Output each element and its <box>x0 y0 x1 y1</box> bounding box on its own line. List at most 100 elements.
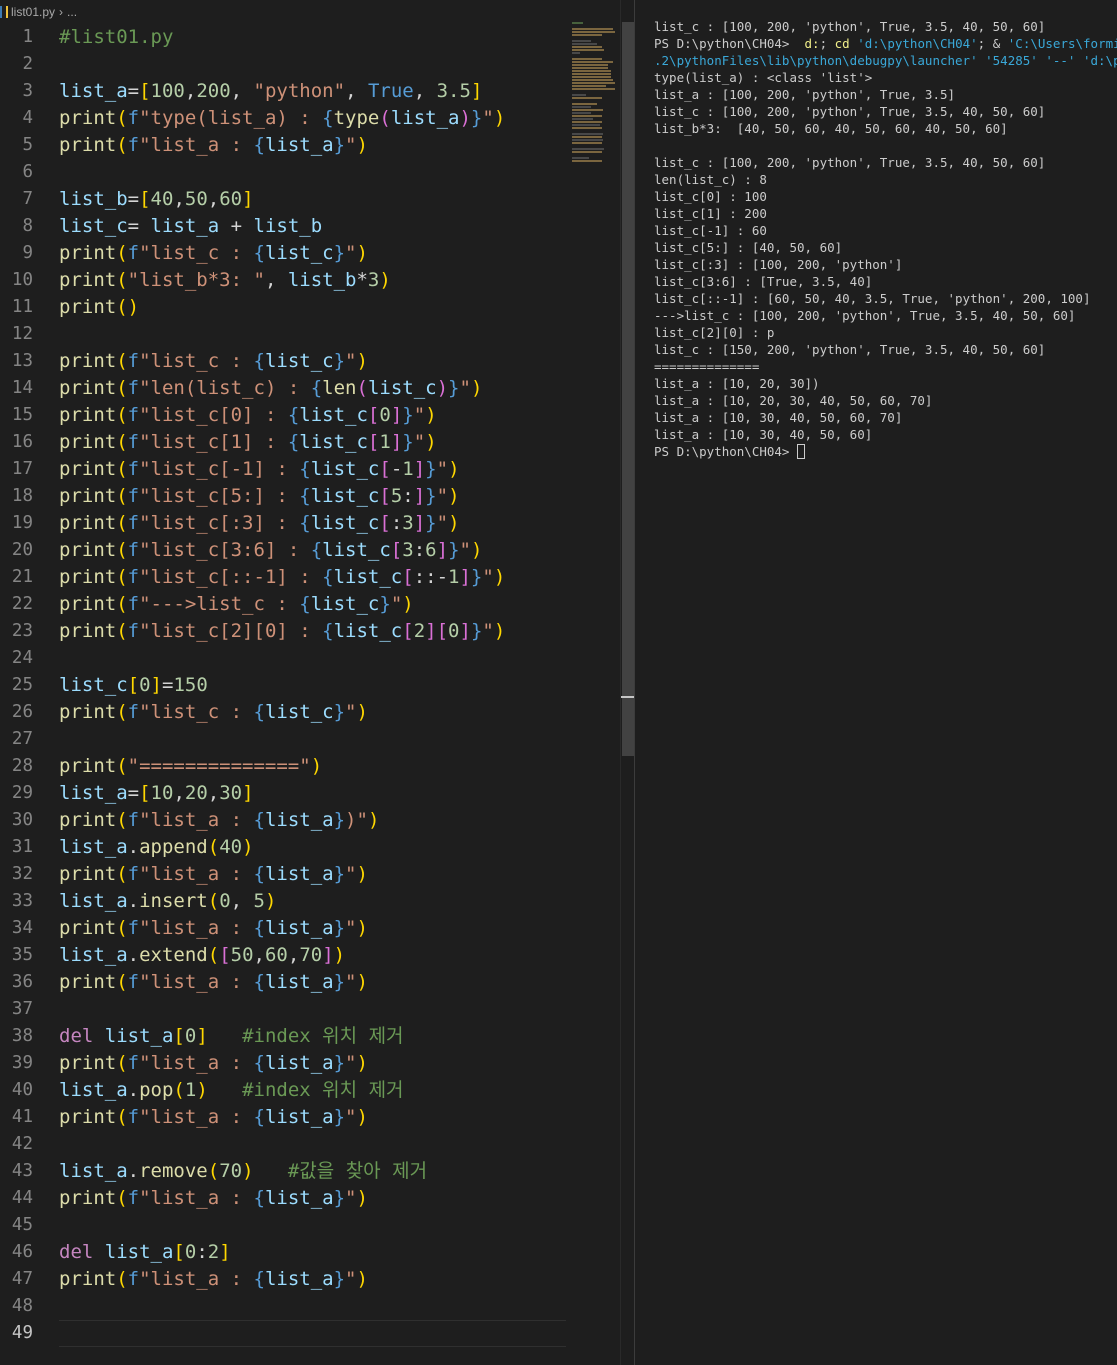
line-source[interactable]: print(f"list_a : {list_a}") <box>59 969 368 996</box>
line-source[interactable]: print(f"list_a : {list_a}") <box>59 132 368 159</box>
code-line[interactable]: 8 list_c= list_a + list_b <box>0 213 570 240</box>
code-line[interactable]: 20 print(f"list_c[3:6] : {list_c[3:6]}") <box>0 537 570 564</box>
line-source[interactable]: list_c= list_a + list_b <box>59 213 322 240</box>
line-source[interactable]: print(f"list_c[:3] : {list_c[:3]}") <box>59 510 460 537</box>
code-line[interactable]: 36 print(f"list_a : {list_a}") <box>0 969 570 996</box>
code-line[interactable]: 44 print(f"list_a : {list_a}") <box>0 1185 570 1212</box>
line-source[interactable]: print(f"list_a : {list_a}") <box>59 861 368 888</box>
line-source[interactable]: #list01.py <box>59 24 173 51</box>
code-line[interactable]: 6 <box>0 159 570 186</box>
code-line[interactable]: 39 print(f"list_a : {list_a}") <box>0 1050 570 1077</box>
code-line[interactable]: 3 list_a=[100,200, "python", True, 3.5] <box>0 78 570 105</box>
code-line[interactable]: 5 print(f"list_a : {list_a}") <box>0 132 570 159</box>
line-source[interactable]: print(f"list_a : {list_a}") <box>59 1266 368 1293</box>
line-source[interactable]: del list_a[0] #index 위치 제거 <box>59 1023 404 1050</box>
code-line[interactable]: 35 list_a.extend([50,60,70]) <box>0 942 570 969</box>
line-source[interactable]: print(f"list_c : {list_c}") <box>59 240 368 267</box>
code-line[interactable]: 9 print(f"list_c : {list_c}") <box>0 240 570 267</box>
line-source[interactable]: print(f"len(list_c) : {len(list_c)}") <box>59 375 482 402</box>
code-editor[interactable]: list01.py › ... 1 #list01.py 2 3 list_a=[100… <box>0 0 634 1365</box>
line-source[interactable]: print(f"list_a : {list_a}") <box>59 915 368 942</box>
code-line[interactable]: 33 list_a.insert(0, 5) <box>0 888 570 915</box>
code-line[interactable]: 43 list_a.remove(70) #값을 찾아 제거 <box>0 1158 570 1185</box>
line-source[interactable]: list_b=[40,50,60] <box>59 186 254 213</box>
line-source[interactable]: print(f"type(list_a) : {type(list_a)}") <box>59 105 505 132</box>
line-source[interactable]: print(f"list_c[3:6] : {list_c[3:6]}") <box>59 537 482 564</box>
minimap[interactable] <box>572 22 620 162</box>
code-lines[interactable]: 1 #list01.py 2 3 list_a=[100,200, "python", … <box>0 24 570 1347</box>
line-source[interactable]: del list_a[0:2] <box>59 1239 231 1266</box>
code-line[interactable]: 22 print(f"--->list_c : {list_c}") <box>0 591 570 618</box>
line-source[interactable]: print() <box>59 294 139 321</box>
code-line[interactable]: 47 print(f"list_a : {list_a}") <box>0 1266 570 1293</box>
line-source[interactable]: list_a.pop(1) #index 위치 제거 <box>59 1077 404 1104</box>
breadcrumb-file[interactable]: list01.py <box>11 5 55 19</box>
code-line[interactable]: 29 list_a=[10,20,30] <box>0 780 570 807</box>
code-token: "list_c[3:6] : <box>139 539 311 561</box>
code-line[interactable]: 19 print(f"list_c[:3] : {list_c[:3]}") <box>0 510 570 537</box>
code-line[interactable]: 15 print(f"list_c[0] : {list_c[0]}") <box>0 402 570 429</box>
line-source[interactable]: print(f"list_a : {list_a}") <box>59 1104 368 1131</box>
line-source[interactable]: print("list_b*3: ", list_b*3) <box>59 267 391 294</box>
code-line[interactable]: 16 print(f"list_c[1] : {list_c[1]}") <box>0 429 570 456</box>
code-line[interactable]: 12 <box>0 321 570 348</box>
code-line[interactable]: 26 print(f"list_c : {list_c}") <box>0 699 570 726</box>
line-number: 34 <box>11 918 33 938</box>
line-source[interactable]: print(f"list_a : {list_a})") <box>59 807 379 834</box>
code-line[interactable]: 42 <box>0 1131 570 1158</box>
code-token: "type(list_a) : <box>139 107 323 129</box>
code-line[interactable]: 13 print(f"list_c : {list_c}") <box>0 348 570 375</box>
code-line[interactable]: 23 print(f"list_c[2][0] : {list_c[2][0]}"… <box>0 618 570 645</box>
code-line[interactable]: 45 <box>0 1212 570 1239</box>
code-line[interactable]: 38 del list_a[0] #index 위치 제거 <box>0 1023 570 1050</box>
line-source[interactable]: print(f"list_a : {list_a}") <box>59 1050 368 1077</box>
code-line[interactable]: 18 print(f"list_c[5:] : {list_c[5:]}") <box>0 483 570 510</box>
code-line[interactable]: 30 print(f"list_a : {list_a})") <box>0 807 570 834</box>
line-source[interactable]: list_a.insert(0, 5) <box>59 888 276 915</box>
code-token: * <box>356 269 368 291</box>
code-line[interactable]: 40 list_a.pop(1) #index 위치 제거 <box>0 1077 570 1104</box>
line-source[interactable]: print(f"list_c[5:] : {list_c[5:]}") <box>59 483 460 510</box>
line-source[interactable]: print(f"list_c[-1] : {list_c[-1]}") <box>59 456 460 483</box>
line-source[interactable]: print(f"list_c[1] : {list_c[1]}") <box>59 429 437 456</box>
line-source[interactable]: print("==============") <box>59 753 322 780</box>
code-line[interactable]: 17 print(f"list_c[-1] : {list_c[-1]}") <box>0 456 570 483</box>
line-source[interactable]: list_c[0]=150 <box>59 672 208 699</box>
code-line[interactable]: 4 print(f"type(list_a) : {type(list_a)}") <box>0 105 570 132</box>
code-line[interactable]: 25 list_c[0]=150 <box>0 672 570 699</box>
code-line[interactable]: 28 print("==============") <box>0 753 570 780</box>
code-line[interactable]: 24 <box>0 645 570 672</box>
code-line[interactable]: 11 print() <box>0 294 570 321</box>
code-line[interactable]: 21 print(f"list_c[::-1] : {list_c[::-1]}"… <box>0 564 570 591</box>
code-line[interactable]: 37 <box>0 996 570 1023</box>
code-line[interactable]: 1 #list01.py <box>0 24 570 51</box>
line-source[interactable]: list_a.extend([50,60,70]) <box>59 942 345 969</box>
line-source[interactable]: print(f"list_c : {list_c}") <box>59 699 368 726</box>
code-line[interactable]: 46 del list_a[0:2] <box>0 1239 570 1266</box>
terminal-panel[interactable]: list_c : [100, 200, 'python', True, 3.5,… <box>635 0 1117 1365</box>
line-source[interactable]: print(f"--->list_c : {list_c}") <box>59 591 414 618</box>
code-line[interactable]: 34 print(f"list_a : {list_a}") <box>0 915 570 942</box>
line-source[interactable]: print(f"list_a : {list_a}") <box>59 1185 368 1212</box>
code-token: f <box>127 1106 140 1128</box>
line-source[interactable]: list_a.append(40) <box>59 834 254 861</box>
code-line[interactable]: 10 print("list_b*3: ", list_b*3) <box>0 267 570 294</box>
line-source[interactable]: print(f"list_c[::-1] : {list_c[::-1]}") <box>59 564 505 591</box>
breadcrumb-symbols[interactable]: ... <box>67 5 77 19</box>
code-line[interactable]: 14 print(f"len(list_c) : {len(list_c)}") <box>0 375 570 402</box>
line-source[interactable]: list_a=[100,200, "python", True, 3.5] <box>59 78 482 105</box>
code-line[interactable]: 48 <box>0 1293 570 1320</box>
code-line[interactable]: 31 list_a.append(40) <box>0 834 570 861</box>
code-line[interactable]: 41 print(f"list_a : {list_a}") <box>0 1104 570 1131</box>
line-source[interactable]: print(f"list_c[0] : {list_c[0]}") <box>59 402 437 429</box>
code-line[interactable]: 49 <box>0 1320 570 1347</box>
code-line[interactable]: 7 list_b=[40,50,60] <box>0 186 570 213</box>
code-line[interactable]: 2 <box>0 51 570 78</box>
editor-scrollbar[interactable] <box>620 0 635 1365</box>
line-source[interactable]: list_a=[10,20,30] <box>59 780 254 807</box>
code-line[interactable]: 32 print(f"list_a : {list_a}") <box>0 861 570 888</box>
line-source[interactable]: print(f"list_c[2][0] : {list_c[2][0]}") <box>59 618 505 645</box>
line-source[interactable]: list_a.remove(70) #값을 찾아 제거 <box>59 1158 427 1185</box>
code-line[interactable]: 27 <box>0 726 570 753</box>
line-source[interactable]: print(f"list_c : {list_c}") <box>59 348 368 375</box>
